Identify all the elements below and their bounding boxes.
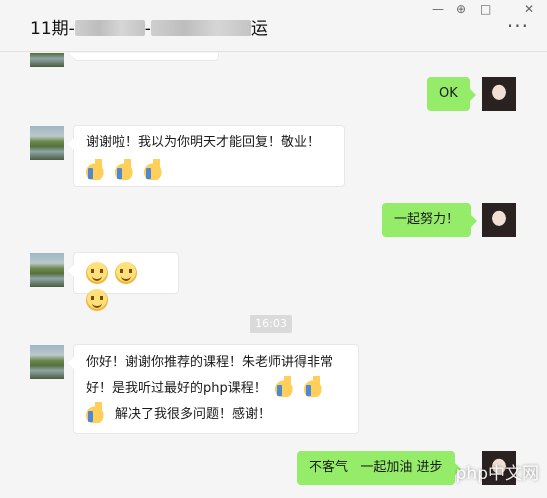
message-bubble-partial [68, 53, 219, 61]
message-text-line: 你好！谢谢你推荐的课程！朱老师讲得非常 [86, 355, 334, 370]
message-text: 一起努力！ [394, 212, 460, 227]
user-avatar[interactable] [482, 203, 516, 237]
watermark: php中文网 [455, 464, 539, 484]
thumbs-up-icon [144, 158, 166, 180]
message-text: 不客气 一起加油 进步 [309, 460, 443, 475]
message-bubble-incoming: 你好！谢谢你推荐的课程！朱老师讲得非常 好！是我听过最好的php课程！ 解决了我… [68, 344, 359, 434]
contact-avatar[interactable] [30, 253, 64, 287]
message-text-line: 解决了我很多问题！感谢！ [115, 407, 272, 422]
user-avatar[interactable] [482, 77, 516, 111]
contact-avatar[interactable] [30, 126, 64, 160]
chat-title-suffix: 运 [250, 19, 268, 39]
chat-header: 11期- - 运 — ⊕ □ ✕ ··· [0, 0, 547, 52]
message-bubble-incoming [68, 252, 179, 311]
maximize-button[interactable]: □ [480, 2, 491, 16]
message-bubble-outgoing: OK [427, 77, 476, 111]
timestamp-badge: 16:03 [250, 315, 292, 333]
chat-title: 11期- - 运 [30, 14, 268, 39]
more-options-icon[interactable]: ··· [507, 14, 529, 38]
thumbs-up-icon [115, 158, 137, 180]
minimize-button[interactable]: — [432, 2, 444, 16]
message-bubble-outgoing: 一起努力！ [382, 203, 478, 237]
message-list[interactable]: OK 谢谢啦！我以为你明天才能回复！敬业！ 一起努力！ 16:03 你好！谢谢你… [0, 53, 547, 498]
redacted-name-block [150, 20, 251, 36]
thumbs-up-icon [86, 401, 108, 423]
smile-icon [86, 262, 108, 284]
thumbs-up-icon [86, 158, 108, 180]
message-text: 谢谢啦！我以为你明天才能回复！敬业！ [86, 135, 321, 150]
redacted-name-block [74, 20, 145, 36]
message-text-line: 好！是我听过最好的php课程！ [86, 381, 267, 396]
message-text: OK [439, 86, 458, 101]
message-bubble-incoming: 谢谢啦！我以为你明天才能回复！敬业！ [68, 125, 345, 187]
contact-avatar[interactable] [30, 53, 64, 67]
thumbs-up-icon [303, 375, 326, 397]
thumbs-up-icon [274, 375, 297, 397]
message-bubble-outgoing: 不客气 一起加油 进步 [297, 451, 461, 485]
smile-icon [86, 289, 108, 311]
smile-icon [115, 262, 137, 284]
contact-avatar[interactable] [30, 345, 64, 379]
chat-title-prefix: 11期- [30, 19, 75, 39]
pin-button[interactable]: ⊕ [456, 2, 466, 16]
